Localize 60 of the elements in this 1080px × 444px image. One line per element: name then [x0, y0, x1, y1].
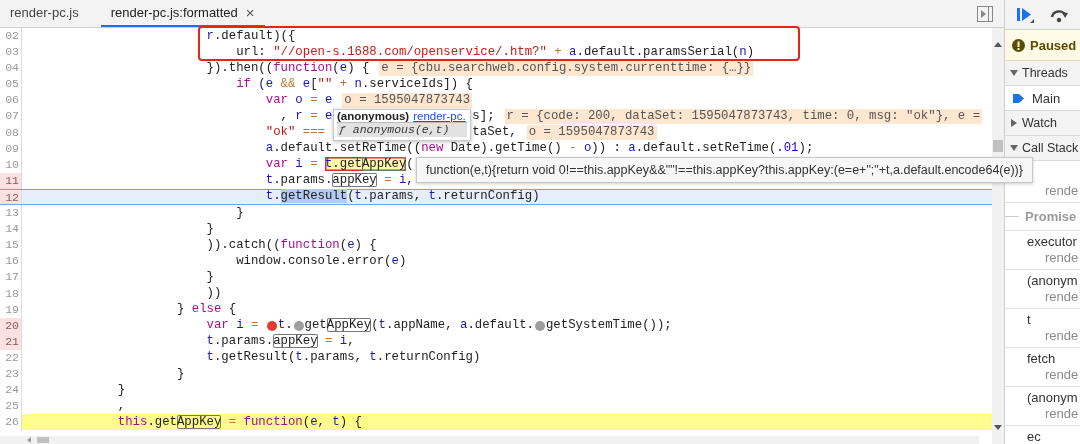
- code-text: t.getResult(t.params, t.returnConfig): [265, 189, 540, 205]
- code-text: )).catch((function(e) {: [206, 237, 377, 253]
- code-text: }: [117, 382, 126, 398]
- code-text: url: "//open-s.1688.com/openservice/.htm?" + a.default.paramsSerial(n): [236, 44, 755, 60]
- section-header[interactable]: Watch: [1005, 111, 1080, 136]
- call-frame[interactable]: (anonym rende: [1005, 387, 1080, 426]
- call-frame[interactable]: executor rende: [1005, 231, 1080, 270]
- code-text: }: [206, 269, 214, 285]
- code-text: var i =: [206, 318, 260, 334]
- breakpoint-dot-icon[interactable]: [293, 320, 304, 331]
- section-header[interactable]: Threads: [1005, 61, 1080, 86]
- line-number: 12: [0, 189, 22, 205]
- info-icon: [1012, 38, 1025, 52]
- inline-value: o = 1595047873743: [342, 92, 473, 108]
- code-text: a.default.setReTime((new Date).getTime() - o)) : a.default.setReTime(.01);: [265, 141, 814, 157]
- breakpoint-dot-icon[interactable]: [534, 320, 545, 331]
- code-text: t.params.appKey = i,: [206, 334, 355, 350]
- file-tab[interactable]: render-pc.js:formatted ×: [100, 0, 265, 27]
- code-text: )): [206, 286, 222, 302]
- line-number: 26: [0, 414, 22, 431]
- code-text: window.console.error(e): [236, 253, 407, 269]
- code-text: getSystemTime());: [545, 318, 672, 334]
- code-text: t.: [277, 318, 293, 334]
- close-tab-button[interactable]: ×: [245, 5, 255, 20]
- code-text: }: [206, 221, 214, 237]
- code-text: }).then((function(e) {: [206, 60, 370, 76]
- code-text: } else {: [176, 302, 237, 318]
- code-text: }: [176, 366, 185, 382]
- inline-value: o = 1595047873743: [526, 125, 657, 141]
- code-text: s];: [472, 109, 495, 124]
- resume-icon[interactable]: [1015, 5, 1035, 24]
- code-text: var o = e: [265, 92, 333, 108]
- call-frame[interactable]: ec: [1005, 426, 1080, 444]
- function-name: (anonymous): [337, 109, 410, 122]
- paused-message: Paused: [1030, 37, 1077, 53]
- code-text: }: [236, 205, 244, 221]
- code-text: t.params.appKey = i,: [265, 173, 414, 189]
- code-text: , r = e: [280, 109, 333, 124]
- disclosure-triangle-icon[interactable]: [1010, 119, 1018, 127]
- code-text: r.default)({: [206, 28, 296, 44]
- inline-value: r = {code: 200, dataSet: 1595047873743, time: 0, msg: "ok"}, e =: [504, 109, 983, 124]
- call-frame[interactable]: t rende: [1005, 309, 1080, 348]
- source-link[interactable]: render-pc.: [413, 109, 466, 122]
- file-tab[interactable]: render-pc.js: [0, 0, 89, 27]
- async-label: Promise: [1025, 209, 1077, 224]
- value-tooltip: function(e,t){return void 0!==this.appKey&&""!==this.appKey?this.appKey:(e=e+";"+t,a.default.encode64(e))}: [416, 156, 1033, 183]
- section-header[interactable]: Call Stack: [1005, 136, 1080, 161]
- code-text: "ok" ===: [265, 125, 326, 141]
- call-frame[interactable]: fetch rende: [1005, 348, 1080, 387]
- call-frame[interactable]: (anonym rende: [1005, 270, 1080, 309]
- code-text: ,: [117, 398, 126, 414]
- toggle-sidebar-icon[interactable]: [977, 6, 993, 22]
- current-thread-arrow-icon: [1013, 92, 1024, 104]
- breakpoint-dot-icon[interactable]: [266, 320, 277, 331]
- horizontal-scrollbar[interactable]: [0, 436, 979, 444]
- code-text: if (e && e["" + n.serviceIds]) {: [236, 76, 473, 92]
- disclosure-triangle-icon[interactable]: [1010, 69, 1018, 77]
- code-text: taSet,: [472, 125, 517, 141]
- code-text: t.getResult(t.params, t.returnConfig): [206, 350, 481, 366]
- disclosure-triangle-icon[interactable]: [1010, 144, 1018, 152]
